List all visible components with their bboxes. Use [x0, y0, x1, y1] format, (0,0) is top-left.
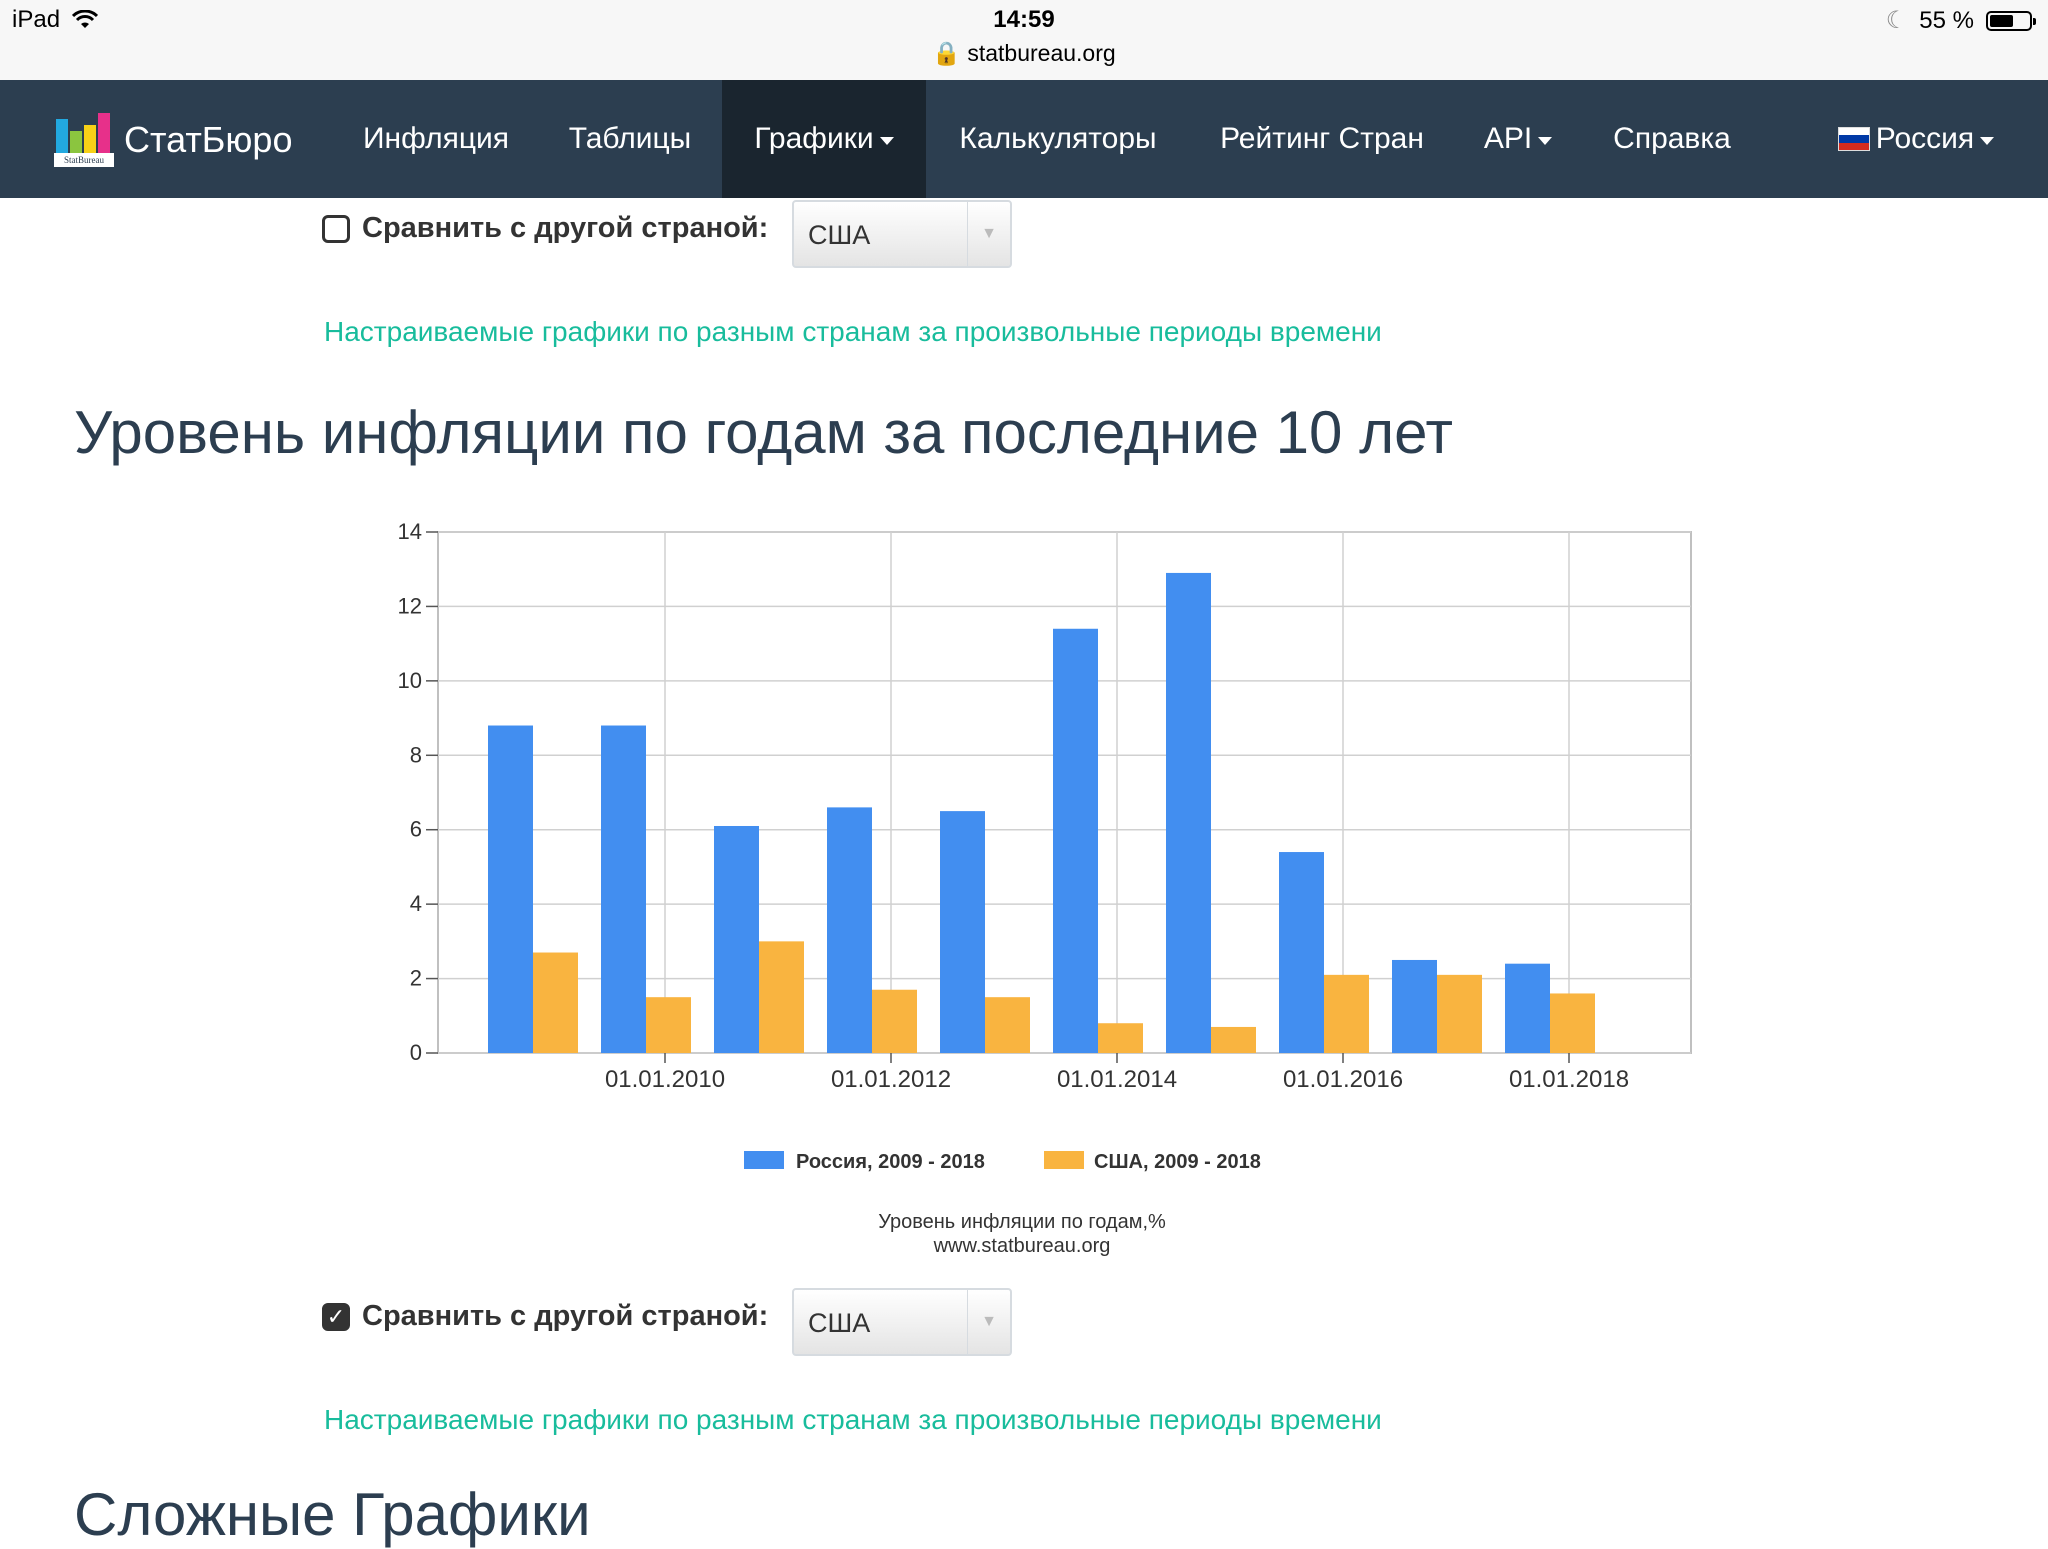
complex-charts-heading: Сложные Графики: [74, 1481, 591, 1548]
bar-russia: [1279, 852, 1324, 1053]
legend-label-usa: США, 2009 - 2018: [1094, 1151, 1261, 1173]
compare-label-bottom: Сравнить с другой страной:: [362, 1300, 769, 1332]
compare-country-select-bottom[interactable]: США ▼: [792, 1288, 1012, 1356]
compare-country-select-top[interactable]: США ▼: [792, 200, 1012, 268]
bar-russia: [601, 725, 646, 1053]
chevron-down-icon: [879, 137, 894, 145]
bar-usa: [985, 997, 1030, 1053]
logo-text: StatBureau: [54, 153, 114, 167]
nav-country-label: Россия: [1875, 122, 1975, 155]
nav-help[interactable]: Справка: [1594, 80, 1750, 198]
bar-usa: [1437, 974, 1482, 1053]
y-tick-label: 2: [410, 966, 422, 991]
brand-link[interactable]: StatBureau СтатБюро: [54, 110, 292, 170]
chevron-down-icon: [1980, 137, 1995, 145]
bar-russia: [488, 725, 533, 1053]
main-navbar: StatBureau СтатБюро Инфляция Таблицы Гра…: [0, 80, 2048, 198]
nav-calculators[interactable]: Калькуляторы: [938, 80, 1178, 198]
moon-icon: ☾: [1885, 7, 1908, 34]
inflation-heading: Уровень инфляции по годам за последние 1…: [74, 399, 1453, 466]
bar-usa: [646, 997, 691, 1053]
nav-api-label: API: [1483, 122, 1533, 155]
chevron-down-icon: ▼: [967, 1290, 1010, 1354]
compare-checkbox-bottom[interactable]: ✓: [322, 1302, 350, 1331]
nav-country-russia[interactable]: Россия: [1826, 80, 2006, 198]
custom-charts-link-top[interactable]: Настраиваемые графики по разным странам …: [324, 316, 1382, 348]
chart-caption: Уровень инфляции по годам,%: [878, 1211, 1166, 1233]
nav-charts-label: Графики: [754, 122, 874, 155]
legend-swatch-russia: [744, 1151, 784, 1169]
y-axis: 0 2 4 6 8 10 12 14: [398, 519, 438, 1065]
nav-help-label: Справка: [1613, 122, 1731, 155]
chart-legend: Россия, 2009 - 2018 США, 2009 - 2018: [744, 1151, 1261, 1173]
battery-percent: 55 %: [1919, 6, 1974, 34]
x-tick-label: 01.01.2016: [1283, 1066, 1403, 1093]
compare-label-top: Сравнить с другой страной:: [362, 212, 769, 244]
select-value-top: США: [808, 220, 871, 250]
y-tick-label: 14: [398, 519, 422, 544]
bar-usa: [759, 941, 804, 1053]
nav-tables-label: Таблицы: [568, 122, 692, 155]
checkmark-icon: ✓: [326, 1303, 346, 1329]
statbureau-logo-icon: StatBureau: [54, 113, 114, 167]
chevron-down-icon: ▼: [967, 202, 1010, 266]
bar-usa: [1211, 1026, 1256, 1053]
nav-charts[interactable]: Графики: [722, 80, 926, 198]
ios-status-bar: iPad 14:59 🔒 statbureau.org ☾ 55 %: [0, 0, 2048, 80]
x-tick-label: 01.01.2018: [1509, 1066, 1629, 1093]
bar-russia: [940, 811, 985, 1053]
x-tick-label: 01.01.2010: [605, 1066, 725, 1093]
nav-country-rating[interactable]: Рейтинг Стран: [1196, 80, 1448, 198]
bar-russia: [1505, 963, 1550, 1053]
chevron-down-icon: [1538, 137, 1553, 145]
inflation-bar-chart: 02468101214 01.01.2010 01.01.2012 01.01.20…: [398, 519, 1692, 1257]
bar-russia: [1166, 572, 1211, 1053]
compare-checkbox-top[interactable]: [322, 214, 350, 243]
status-right: ☾ 55 %: [1885, 6, 2036, 35]
bar-usa: [1550, 993, 1595, 1053]
battery-icon: [1986, 10, 2036, 31]
nav-api[interactable]: API: [1468, 80, 1568, 198]
nav-inflation-label: Инфляция: [362, 122, 510, 155]
lock-icon: 🔒: [932, 40, 961, 66]
bar-usa: [872, 989, 917, 1053]
y-tick-label: 4: [410, 891, 422, 916]
x-axis: 01.01.2010 01.01.2012 01.01.2014 01.01.2016…: [605, 1053, 1629, 1093]
nav-tables[interactable]: Таблицы: [546, 80, 714, 198]
nav-calculators-label: Калькуляторы: [959, 122, 1157, 155]
y-tick-label: 12: [398, 593, 422, 618]
bar-russia: [1053, 628, 1098, 1053]
y-tick-label: 10: [398, 668, 422, 693]
compare-country-row-top: Сравнить с другой страной:: [322, 212, 768, 245]
y-tick-label: 6: [410, 817, 422, 842]
y-tick-label: 0: [410, 1040, 422, 1065]
bar-russia: [827, 807, 872, 1053]
nav-inflation[interactable]: Инфляция: [336, 80, 536, 198]
bar-usa: [1324, 974, 1369, 1053]
x-tick-label: 01.01.2012: [831, 1066, 951, 1093]
bar-russia: [1392, 959, 1437, 1053]
chart-source: www.statbureau.org: [933, 1235, 1111, 1257]
brand-name: СтатБюро: [124, 119, 293, 160]
legend-label-russia: Россия, 2009 - 2018: [796, 1151, 985, 1173]
address-url: statbureau.org: [967, 40, 1116, 66]
status-time: 14:59: [993, 6, 1055, 33]
nav-country-rating-label: Рейтинг Стран: [1220, 122, 1424, 155]
x-tick-label: 01.01.2014: [1057, 1066, 1177, 1093]
compare-country-row-bottom: ✓ Сравнить с другой страной:: [322, 1300, 768, 1333]
bar-russia: [714, 825, 759, 1053]
bar-usa: [1098, 1023, 1143, 1053]
select-value-bottom: США: [808, 1308, 871, 1338]
legend-swatch-usa: [1044, 1151, 1084, 1169]
y-tick-label: 8: [410, 742, 422, 767]
address-bar[interactable]: 🔒 statbureau.org: [0, 40, 2048, 67]
custom-charts-link-bottom[interactable]: Настраиваемые графики по разным странам …: [324, 1404, 1382, 1436]
russia-flag-icon: [1837, 127, 1870, 151]
bar-usa: [533, 952, 578, 1053]
